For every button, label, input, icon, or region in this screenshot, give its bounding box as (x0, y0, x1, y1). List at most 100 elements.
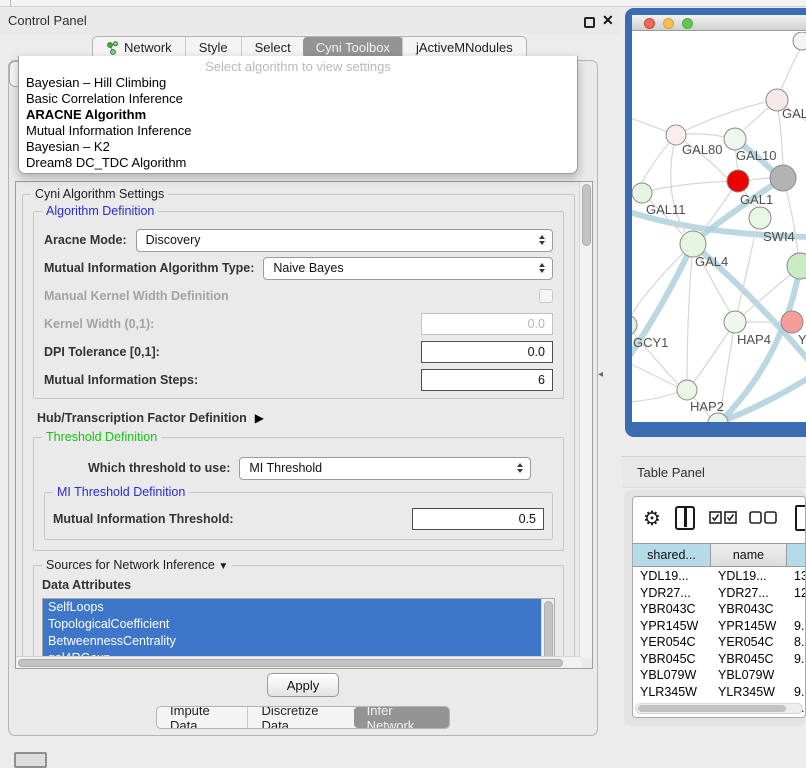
settings-vertical-scrollbar[interactable] (579, 182, 592, 658)
minimized-panel-icon[interactable] (14, 752, 47, 768)
network-view-inner: GALGAL80GAL10GAL1GAL11SWI4GAL4GCY1HAP4YH… (632, 15, 806, 422)
which-threshold-select[interactable]: MI Threshold (239, 457, 531, 480)
table-cell: YBL079W (711, 667, 787, 684)
data-attributes-label: Data Attributes (42, 578, 555, 592)
mi-threshold-field[interactable] (412, 508, 544, 530)
data-attributes-items: SelfLoopsTopologicalCoefficientBetweenne… (43, 599, 554, 658)
aracne-mode-select[interactable]: Discovery (136, 229, 553, 252)
kernel-width-field[interactable] (421, 313, 553, 335)
settings-horizontal-scrollbar-thumb[interactable] (18, 659, 563, 667)
unchecked-pair-icon[interactable] (749, 511, 777, 524)
table-row[interactable]: YPR145WYPR145W9. (633, 618, 806, 635)
cyni-algorithm-settings-title: Cyni Algorithm Settings (31, 187, 168, 201)
table-horizontal-scrollbar[interactable] (635, 703, 803, 714)
table-row[interactable]: YLR345WYLR345W9. (633, 684, 806, 701)
splitpane-collapse-arrow-icon[interactable]: ◂ (598, 369, 603, 380)
network-edge[interactable] (676, 102, 766, 135)
network-node-hap2[interactable] (677, 380, 697, 400)
attribute-item-selfloops[interactable]: SelfLoops (43, 599, 541, 616)
document-icon[interactable] (795, 505, 806, 531)
cyni-algorithm-settings-group: Cyni Algorithm Settings Algorithm Defini… (22, 194, 575, 658)
bottom-tab-discretize-data[interactable]: Discretize Data (247, 707, 354, 728)
mi-steps-field[interactable] (421, 369, 553, 391)
algorithm-option-dream8-dc-tdc-algorithm[interactable]: Dream8 DC_TDC Algorithm (19, 155, 577, 171)
close-icon[interactable]: ✕ (602, 12, 614, 29)
hub-definition-section[interactable]: Hub/Transcription Factor Definition ▶ (37, 411, 564, 425)
algorithm-option-bayesian-hill-climbing[interactable]: Bayesian – Hill Climbing (19, 75, 577, 91)
tab-network[interactable]: Network (93, 37, 185, 58)
zoom-traffic-button[interactable] (682, 18, 693, 29)
algorithm-option-mutual-information-inference[interactable]: Mutual Information Inference (19, 123, 577, 139)
minimize-traffic-button[interactable] (663, 18, 674, 29)
table-panel-titlebar: Table Panel (622, 456, 806, 488)
algorithm-option-basic-correlation-inference[interactable]: Basic Correlation Inference (19, 91, 577, 107)
tab-cyni-toolbox-label: Cyni Toolbox (316, 40, 390, 55)
table-row[interactable]: YDL19...YDL19...13 (633, 568, 806, 585)
network-edge[interactable] (687, 244, 693, 380)
checked-pair-icon[interactable] (709, 511, 737, 524)
manual-kernel-checkbox[interactable] (539, 289, 553, 303)
tab-jactivemnodules[interactable]: jActiveMNodules (402, 37, 526, 58)
network-canvas[interactable]: GALGAL80GAL10GAL1GAL11SWI4GAL4GCY1HAP4YH… (632, 32, 806, 422)
expand-arrow-icon[interactable]: ▶ (255, 411, 264, 425)
apply-button[interactable]: Apply (267, 673, 339, 697)
dpi-tolerance-field[interactable] (421, 341, 553, 363)
collapse-arrow-icon[interactable]: ▼ (218, 561, 228, 572)
algorithm-option-bayesian-k2[interactable]: Bayesian – K2 (19, 139, 577, 155)
table-toolbar: ⚙ (633, 497, 805, 543)
network-node-gal11[interactable] (632, 183, 652, 203)
tab-cyni-toolbox[interactable]: Cyni Toolbox (303, 37, 403, 58)
node-label-y: Y (798, 332, 806, 347)
table-row[interactable]: YDR27...YDR27...12 (633, 585, 806, 602)
table-horizontal-scrollbar-thumb[interactable] (638, 705, 786, 712)
table-row[interactable]: YBR045CYBR045C9. (633, 651, 806, 668)
attribute-item-topologicalcoefficient[interactable]: TopologicalCoefficient (43, 616, 541, 633)
network-node-gal10[interactable] (724, 128, 746, 150)
bottom-tab-impute-data[interactable]: Impute Data (157, 707, 247, 728)
bottom-tabbar: Impute DataDiscretize DataInfer Network (156, 706, 450, 729)
network-node[interactable] (770, 165, 796, 191)
network-edge[interactable] (632, 362, 678, 387)
float-window-icon[interactable] (584, 17, 595, 28)
mi-algorithm-type-select[interactable]: Naive Bayes (263, 257, 553, 280)
tab-select[interactable]: Select (241, 37, 304, 58)
table-cell: YDL19... (633, 568, 711, 585)
network-edge[interactable] (735, 229, 756, 322)
attributes-scrollbar-thumb[interactable] (544, 601, 553, 658)
network-node-gal1[interactable] (727, 170, 749, 192)
network-node[interactable] (793, 32, 806, 50)
attributes-scrollbar[interactable] (541, 599, 554, 658)
settings-horizontal-scrollbar[interactable] (16, 656, 581, 668)
split-columns-icon[interactable] (675, 506, 695, 530)
network-node[interactable] (749, 207, 771, 229)
table-row[interactable]: YER054CYER054C8. (633, 634, 806, 651)
table-row[interactable]: YBL079WYBL079W (633, 667, 806, 684)
network-edge[interactable] (718, 377, 806, 422)
table-cell: 9. (787, 651, 806, 668)
tab-style[interactable]: Style (185, 37, 241, 58)
settings-vertical-scrollbar-thumb[interactable] (582, 184, 591, 246)
column-header-shared[interactable]: shared... (633, 544, 711, 566)
algorithm-option-aracne-algorithm[interactable]: ARACNE Algorithm (19, 107, 577, 123)
gear-icon[interactable]: ⚙ (643, 506, 661, 531)
table-cell: 8. (787, 634, 806, 651)
node-label-swi4: SWI4 (763, 229, 795, 244)
column-header-name[interactable]: name (711, 544, 787, 566)
bottom-tab-infer-network[interactable]: Infer Network (354, 707, 450, 728)
close-traffic-button[interactable] (644, 18, 655, 29)
network-edge[interactable] (632, 325, 678, 384)
node-label-gcy1: GCY1 (633, 335, 668, 350)
data-attributes-list[interactable]: SelfLoopsTopologicalCoefficientBetweenne… (42, 598, 555, 658)
network-node-hap4[interactable] (724, 311, 746, 333)
control-panel-titlebar: Control Panel ✕ (0, 8, 620, 34)
column-header-a[interactable]: A (787, 544, 806, 566)
network-node-gcy1[interactable] (632, 315, 637, 335)
network-window-titlebar[interactable] (632, 15, 806, 31)
table-row[interactable]: YBR043CYBR043C (633, 601, 806, 618)
algorithm-dropdown-items: Bayesian – Hill ClimbingBasic Correlatio… (19, 75, 577, 171)
network-edge[interactable] (632, 392, 678, 402)
attribute-item-betweennesscentrality[interactable]: BetweennessCentrality (43, 633, 541, 650)
network-node-y[interactable] (781, 311, 803, 333)
mi-threshold-label: Mutual Information Threshold: (53, 512, 234, 526)
network-edge[interactable] (652, 181, 738, 190)
